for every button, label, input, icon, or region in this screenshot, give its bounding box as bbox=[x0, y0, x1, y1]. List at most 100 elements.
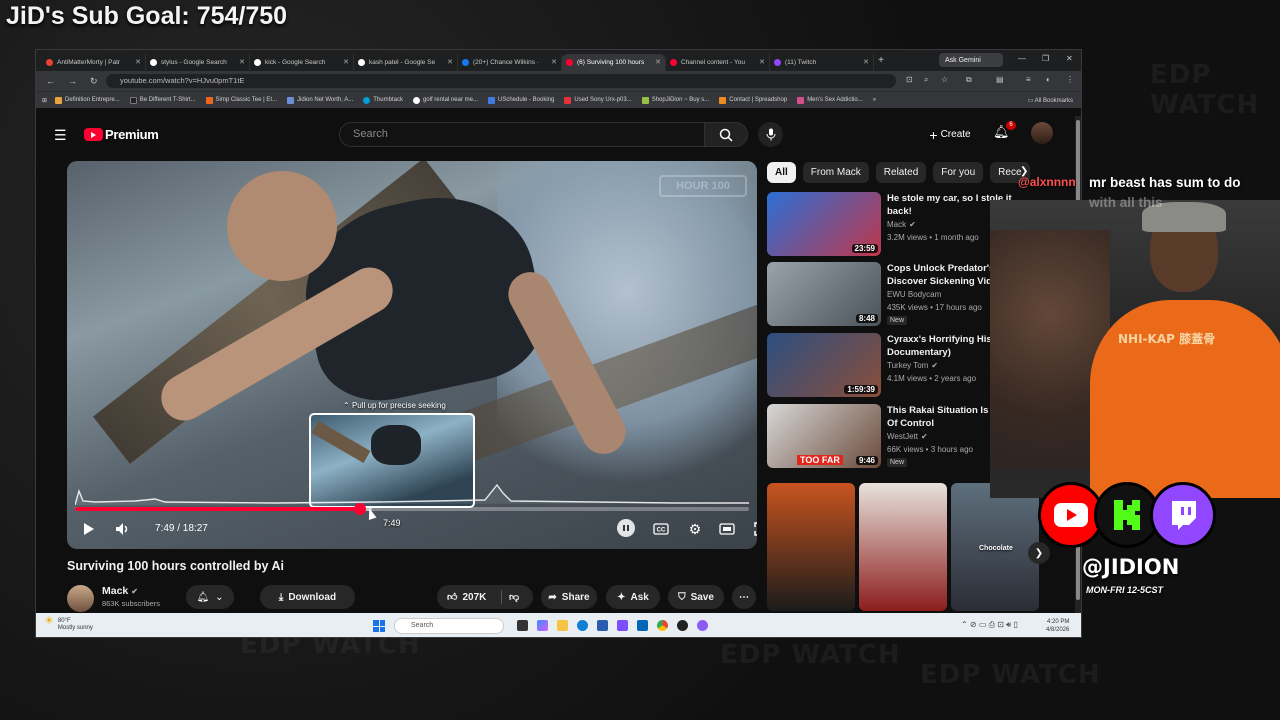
search-input[interactable]: Search bbox=[339, 122, 705, 147]
bookmark[interactable]: USchedule - Booking bbox=[487, 96, 554, 104]
more-bookmarks-icon[interactable]: » bbox=[873, 97, 876, 103]
recommended-video[interactable]: 1:59:39 Cyraxx's Horrifying History (...… bbox=[767, 333, 1027, 398]
browser-tab[interactable]: stylus - Google Search ✕ bbox=[146, 53, 250, 71]
browser-tab[interactable]: kash patel - Google Se ✕ bbox=[354, 53, 458, 71]
fullscreen-button[interactable] bbox=[751, 519, 757, 539]
create-button[interactable]: + Create bbox=[918, 122, 982, 147]
store-icon[interactable] bbox=[617, 620, 628, 631]
voice-search-button[interactable] bbox=[758, 122, 783, 147]
extensions-icon[interactable]: ⧉ bbox=[966, 75, 972, 85]
forward-icon[interactable]: → bbox=[68, 76, 80, 86]
bookmark[interactable]: Used Sony Urx-p03... bbox=[564, 96, 632, 104]
chrome-icon[interactable] bbox=[657, 620, 668, 631]
zoom-icon[interactable]: ⌕ bbox=[924, 75, 928, 85]
short-thumbnail[interactable] bbox=[767, 483, 855, 611]
bookmark[interactable]: Contact | Spreadshop bbox=[719, 96, 787, 104]
close-tab-icon[interactable]: ✕ bbox=[343, 58, 349, 66]
apps-icon[interactable]: ⊞ bbox=[42, 97, 47, 104]
short-thumbnail[interactable] bbox=[859, 483, 947, 611]
weather-widget[interactable]: ☀ 80°F Mostly sunny bbox=[44, 616, 93, 632]
split-view-icon[interactable]: ▤ bbox=[996, 75, 1004, 84]
like-button[interactable]: 👍︎ 207K 👎︎ bbox=[437, 585, 533, 609]
close-tab-icon[interactable]: ✕ bbox=[759, 58, 765, 66]
browser-tab[interactable]: Channel content - You ✕ bbox=[666, 53, 770, 71]
ask-gemini-button[interactable]: Ask Gemini bbox=[939, 53, 1003, 67]
browser-tab-active[interactable]: (6) Surviving 100 hours ✕ bbox=[562, 53, 666, 71]
taskbar-search[interactable]: Search bbox=[394, 618, 504, 634]
download-button[interactable]: ⤓ Download bbox=[260, 585, 355, 609]
more-actions-button[interactable]: ⋯ bbox=[732, 585, 756, 609]
autoplay-toggle[interactable] bbox=[617, 519, 635, 537]
star-icon[interactable]: ☆ bbox=[941, 75, 948, 84]
captions-button[interactable]: CC bbox=[651, 519, 671, 539]
close-tab-icon[interactable]: ✕ bbox=[135, 58, 141, 66]
install-icon[interactable]: ⊡ bbox=[906, 75, 913, 84]
chip-from-channel[interactable]: From Mack bbox=[802, 162, 869, 183]
video-player[interactable]: HOUR 100 ⌃ Pull up for precise seeking 7… bbox=[67, 161, 757, 549]
bookmark[interactable]: Definition Entrepre... bbox=[55, 96, 120, 104]
channel-avatar[interactable] bbox=[67, 585, 94, 612]
share-button[interactable]: ➦ Share bbox=[541, 585, 597, 609]
bookmark[interactable]: golf rental near me... bbox=[412, 96, 478, 104]
settings-button[interactable]: ⚙ bbox=[685, 519, 705, 539]
back-icon[interactable]: ← bbox=[46, 76, 58, 86]
minimize-icon[interactable]: — bbox=[1018, 54, 1026, 63]
obs-icon[interactable] bbox=[677, 620, 688, 631]
app-icon[interactable] bbox=[637, 620, 648, 631]
bookmark[interactable]: ShopJiDion ~ Buy s... bbox=[641, 96, 709, 104]
profile-icon[interactable]: ◐ bbox=[1046, 75, 1051, 84]
close-tab-icon[interactable]: ✕ bbox=[239, 58, 245, 66]
all-bookmarks[interactable]: ▭ All Bookmarks bbox=[1028, 97, 1073, 104]
ask-button[interactable]: ✦ Ask bbox=[606, 585, 660, 609]
file-explorer-icon[interactable] bbox=[557, 620, 568, 631]
reload-icon[interactable]: ↻ bbox=[90, 76, 102, 87]
bookmark[interactable]: Be Different T-Shirt... bbox=[129, 96, 196, 104]
bookmark[interactable]: Jidion Net Worth, A... bbox=[287, 96, 353, 104]
shorts-next-button[interactable]: ❯ bbox=[1028, 542, 1050, 564]
url-field[interactable]: youtube.com/watch?v=HJvu0pmT1tE bbox=[106, 74, 896, 88]
browser-tab[interactable]: kick - Google Search ✕ bbox=[250, 53, 354, 71]
close-tab-icon[interactable]: ✕ bbox=[863, 58, 869, 66]
account-avatar[interactable] bbox=[1031, 122, 1053, 144]
menu-icon[interactable]: ⋮ bbox=[1066, 75, 1074, 84]
menu-hamburger-icon[interactable]: ☰ bbox=[54, 127, 67, 144]
recommended-video[interactable]: 23:59 He stole my car, so I stole it bac… bbox=[767, 192, 1027, 257]
sparkle-icon: ✦ bbox=[617, 591, 626, 603]
subscribed-notifications-button[interactable]: 🔔︎ ⌄ bbox=[186, 585, 234, 609]
bookmark[interactable]: Men's Sex Addictio... bbox=[797, 96, 863, 104]
close-tab-icon[interactable]: ✕ bbox=[551, 58, 557, 66]
search-button[interactable] bbox=[704, 122, 748, 147]
youtube-logo[interactable]: Premium bbox=[84, 127, 159, 142]
recommended-video[interactable]: 8:48 Cops Unlock Predator's Ph... Discov… bbox=[767, 262, 1027, 327]
messenger-icon[interactable] bbox=[697, 620, 708, 631]
browser-tab[interactable]: AntiMatterMorty | Patr ✕ bbox=[42, 53, 146, 71]
theater-mode-button[interactable] bbox=[717, 519, 737, 539]
close-window-icon[interactable]: ✕ bbox=[1066, 54, 1073, 63]
short-thumbnail[interactable]: Chocolate bbox=[951, 483, 1039, 611]
edge-icon[interactable] bbox=[577, 620, 588, 631]
chip-all[interactable]: All bbox=[767, 162, 796, 183]
task-view-icon[interactable] bbox=[517, 620, 528, 631]
new-tab-button[interactable]: + bbox=[874, 55, 888, 66]
channel-name[interactable]: Mack ✔ bbox=[102, 585, 138, 597]
start-button[interactable] bbox=[373, 620, 385, 632]
downloads-icon[interactable]: ≡ bbox=[1026, 75, 1031, 84]
close-tab-icon[interactable]: ✕ bbox=[447, 58, 453, 66]
recommended-video[interactable]: TOO FAR 9:46 This Rakai Situation Is Ge.… bbox=[767, 404, 1031, 469]
close-tab-icon[interactable]: ✕ bbox=[655, 58, 661, 66]
browser-tab[interactable]: (20+) Chance Wilkins · ✕ bbox=[458, 53, 562, 71]
copilot-icon[interactable] bbox=[537, 620, 548, 631]
thumbs-down-icon[interactable]: 👎︎ bbox=[509, 591, 519, 603]
outlook-icon[interactable] bbox=[597, 620, 608, 631]
taskbar-clock[interactable]: 4:20 PM 4/8/2026 bbox=[1046, 618, 1069, 634]
chip-related[interactable]: Related bbox=[875, 162, 927, 183]
bookmark[interactable]: Simp Classic Tee | Et... bbox=[205, 96, 277, 104]
bookmark[interactable]: Thumbtack bbox=[363, 96, 403, 104]
mute-button[interactable] bbox=[113, 519, 133, 539]
system-tray-icons[interactable]: ⌃ ⊘ ▭ ⎙ ⊡ 🔊︎ ▯ bbox=[961, 620, 1018, 630]
browser-tab[interactable]: (11) Twitch ✕ bbox=[770, 53, 874, 71]
play-button[interactable] bbox=[79, 519, 99, 539]
maximize-icon[interactable]: ❐ bbox=[1042, 54, 1049, 63]
save-button[interactable]: ⛉ Save bbox=[668, 585, 724, 609]
chip-for-you[interactable]: For you bbox=[933, 162, 984, 183]
